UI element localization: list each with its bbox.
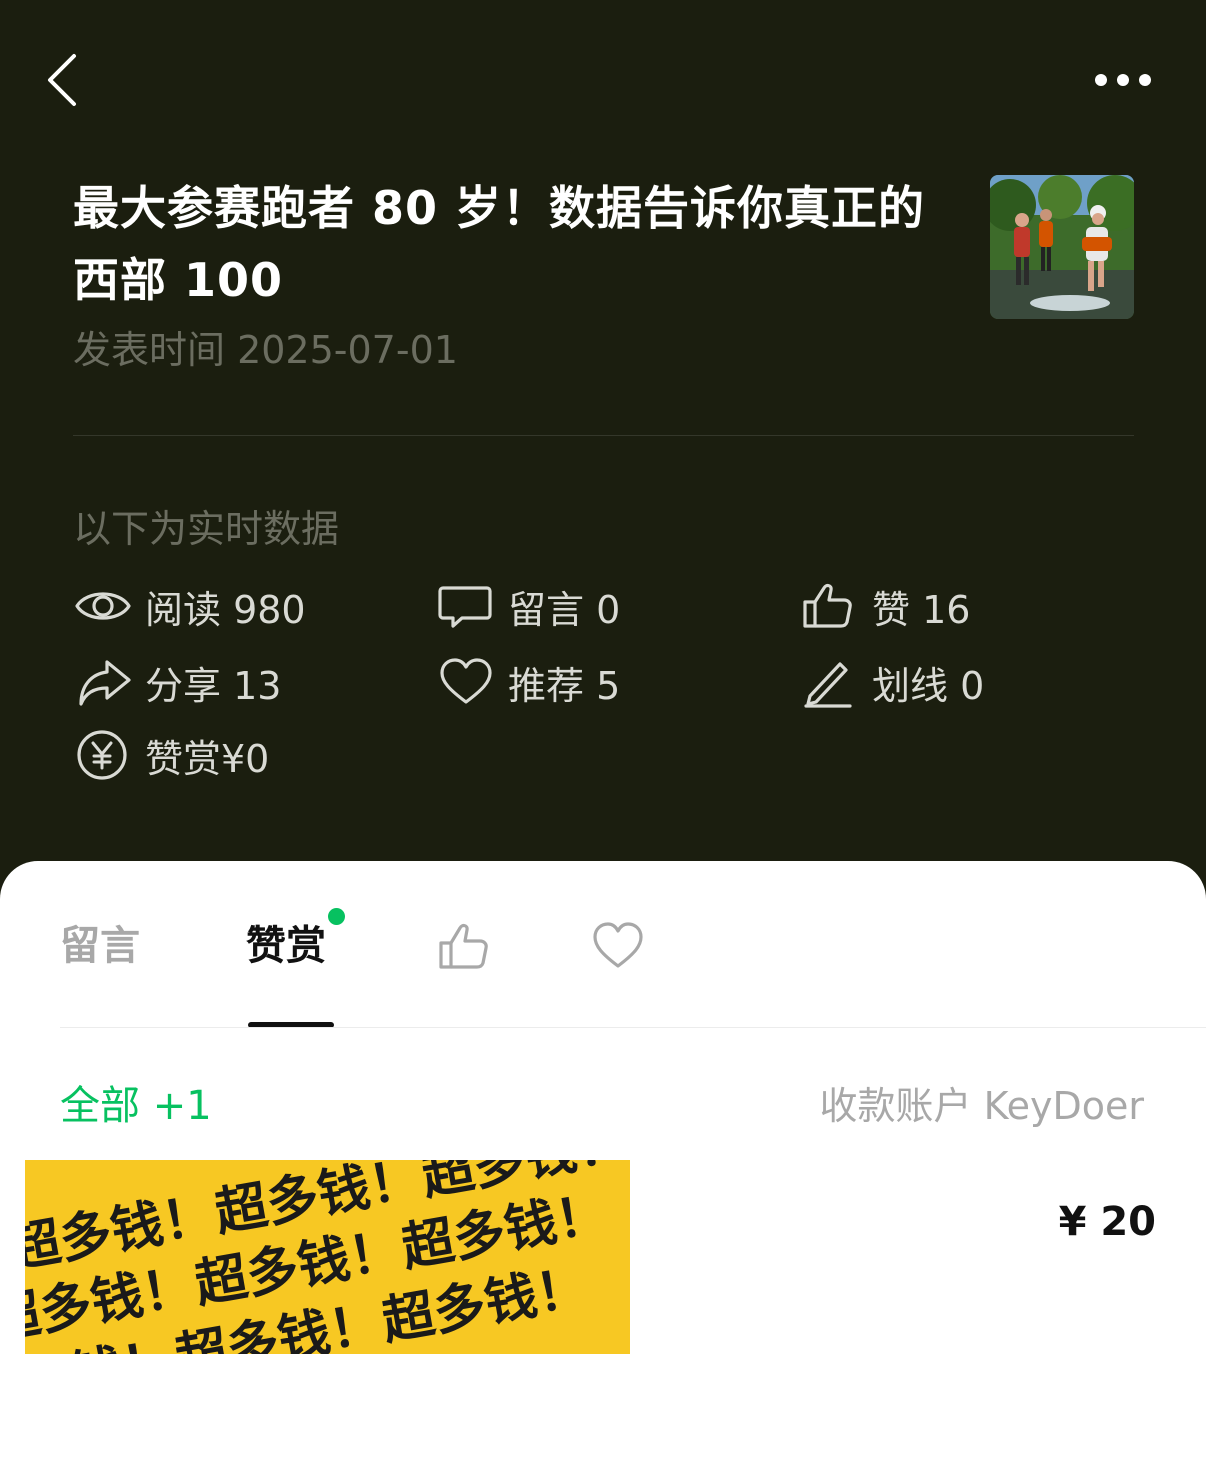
tab-comments[interactable]: 留言	[60, 916, 140, 976]
stat-read: 阅读 980	[73, 578, 306, 634]
thumbs-up-icon	[439, 923, 488, 969]
tab-rewards[interactable]: 赞赏	[246, 916, 326, 976]
ellipsis-icon	[1095, 74, 1151, 86]
reward-sticker-image: 超多钱！ 超多钱！ 超多钱！ 超多钱！ 超多钱！ 超多钱！ 超多钱！ 超多钱！ …	[25, 1160, 630, 1354]
reward-amount: ¥ 20	[1058, 1199, 1156, 1245]
stat-share: 分享 13	[73, 654, 281, 710]
publish-date: 发表时间 2025-07-01	[73, 328, 458, 372]
stat-like: 赞 16	[800, 578, 970, 634]
stat-reward-label: 赞赏¥0	[145, 736, 270, 781]
stat-reward: 赞赏¥0	[73, 727, 269, 783]
stat-underline-label: 划线 0	[872, 663, 985, 708]
new-indicator-dot	[328, 908, 345, 925]
speech-bubble-icon	[436, 578, 496, 634]
article-cover-image	[990, 175, 1134, 319]
reward-filter-all[interactable]: 全部 +1	[60, 1078, 212, 1134]
realtime-data-label: 以下为实时数据	[73, 507, 340, 551]
stat-share-label: 分享 13	[145, 663, 282, 708]
tab-recommends[interactable]	[588, 916, 648, 976]
back-button[interactable]	[38, 48, 98, 112]
eye-icon	[73, 578, 133, 634]
tab-divider	[60, 1027, 1206, 1028]
stat-recommend-label: 推荐 5	[508, 663, 621, 708]
payee-account: 收款账户 KeyDoer	[819, 1084, 1145, 1128]
stat-comment: 留言 0	[436, 578, 620, 634]
heart-icon	[436, 654, 496, 710]
thumbs-up-icon	[800, 578, 860, 634]
more-button[interactable]	[1088, 62, 1158, 98]
chevron-left-icon	[48, 54, 76, 106]
divider	[73, 435, 1134, 436]
article-title: 最大参赛跑者 80 岁！数据告诉你真正的西部 100	[73, 181, 926, 307]
tab-comments-label: 留言	[60, 923, 140, 969]
tab-likes[interactable]	[434, 916, 494, 976]
article-header: 最大参赛跑者 80 岁！数据告诉你真正的西部 100 发表时间 2025-07-…	[0, 0, 1206, 900]
pen-icon	[800, 654, 860, 710]
stat-like-label: 赞 16	[872, 587, 971, 632]
stat-read-label: 阅读 980	[145, 587, 306, 632]
stat-recommend: 推荐 5	[436, 654, 620, 710]
heart-icon	[593, 922, 643, 968]
stat-underline: 划线 0	[800, 654, 984, 710]
yen-circle-icon	[73, 727, 133, 783]
stat-comment-label: 留言 0	[508, 587, 621, 632]
tab-rewards-label: 赞赏	[246, 923, 326, 969]
share-arrow-icon	[73, 654, 133, 710]
